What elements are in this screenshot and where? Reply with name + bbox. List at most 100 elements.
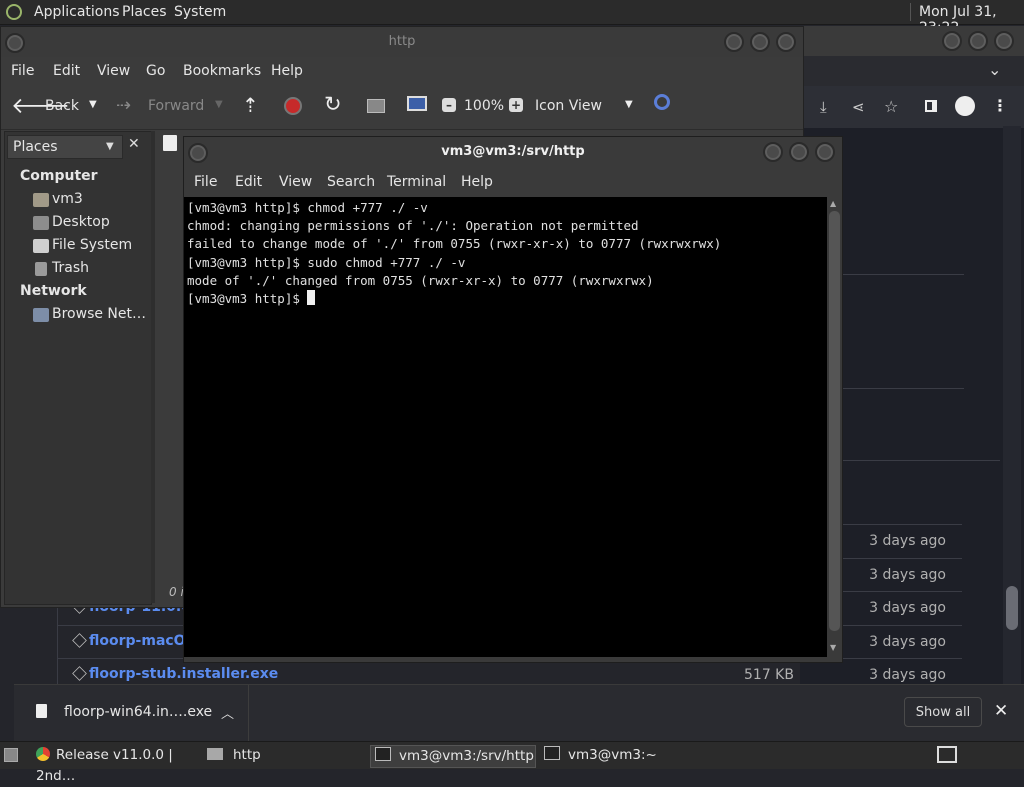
reload-icon[interactable]: ↻ [324, 92, 342, 116]
bookmark-star-icon[interactable]: ☆ [884, 97, 898, 116]
menu-bookmarks[interactable]: Bookmarks [183, 63, 261, 79]
terminal-screen[interactable]: [vm3@vm3 http]$ chmod +777 ./ -v chmod: … [184, 197, 827, 657]
package-icon [72, 666, 87, 681]
edit-location-icon[interactable] [163, 135, 177, 151]
taskbar-item-terminal-http[interactable]: vm3@vm3:/srv/http [370, 745, 536, 768]
home-folder-icon[interactable] [367, 99, 385, 113]
close-icon[interactable] [815, 142, 835, 162]
file-manager-menubar: File Edit View Go Bookmarks Help [1, 58, 803, 84]
taskbar-item-terminal-home[interactable]: vm3@vm3:~ [540, 745, 690, 766]
menu-file[interactable]: File [194, 174, 217, 190]
sidebar-item-file-system[interactable]: File System [30, 237, 132, 253]
download-filename[interactable]: floorp-macOS [89, 633, 196, 649]
sidebar-item-desktop[interactable]: Desktop [30, 214, 110, 230]
scrollbar-thumb[interactable] [1006, 586, 1018, 630]
menu-view[interactable]: View [279, 174, 312, 190]
sidebar-item-vm3[interactable]: vm3 [30, 191, 83, 207]
menu-edit[interactable]: Edit [53, 63, 80, 79]
close-icon[interactable] [776, 32, 796, 52]
terminal-titlebar[interactable]: vm3@vm3:/srv/http [184, 137, 842, 167]
download-age: 3 days ago [869, 567, 946, 583]
download-age: 3 days ago [869, 600, 946, 616]
window-menu-icon[interactable] [188, 143, 208, 163]
system-logo-icon[interactable] [6, 4, 22, 20]
tab-list-chevron-icon[interactable]: ⌄ [988, 60, 1001, 79]
more-menu-icon[interactable]: ⋮ [992, 96, 1008, 115]
terminal-scrollbar[interactable]: ▲ ▼ [827, 197, 842, 657]
browser-titlebar [800, 26, 1024, 56]
stop-icon[interactable] [284, 97, 302, 115]
sidebar-selector[interactable]: Places ▼ [7, 135, 123, 159]
zoom-in-icon[interactable]: + [509, 98, 523, 112]
chevron-down-icon[interactable]: ▼ [106, 141, 114, 152]
chevron-up-icon[interactable]: ︿ [221, 703, 234, 722]
maximize-icon[interactable] [968, 31, 988, 51]
download-size: 517 KB [744, 667, 794, 683]
terminal-icon [375, 747, 391, 761]
menu-go[interactable]: Go [146, 63, 165, 79]
downloads-bar: floorp-win64.in….exe ︿ Show all ✕ [14, 684, 1024, 741]
show-all-button[interactable]: Show all [904, 697, 982, 727]
folder-icon [207, 748, 223, 760]
download-age: 3 days ago [869, 533, 946, 549]
scrollbar[interactable] [1003, 126, 1021, 686]
scroll-up-arrow-icon[interactable]: ▲ [830, 199, 836, 208]
places-menu[interactable]: Places [122, 4, 167, 20]
scrollbar-thumb[interactable] [829, 211, 840, 631]
up-arrow-icon[interactable]: ⇡ [242, 93, 259, 117]
forward-arrow-icon[interactable]: ⇢ [116, 95, 131, 116]
trash-icon [35, 262, 47, 276]
close-sidebar-icon[interactable]: ✕ [128, 136, 140, 152]
system-menu[interactable]: System [174, 4, 226, 20]
download-icon[interactable]: ⤓ [820, 98, 827, 116]
minimize-icon[interactable] [763, 142, 783, 162]
share-icon[interactable]: ⋖ [852, 98, 865, 116]
back-dropdown-icon[interactable]: ▼ [89, 99, 97, 110]
menu-edit[interactable]: Edit [235, 174, 262, 190]
tabstrip: ⌄ [800, 56, 1024, 86]
forward-dropdown-icon[interactable]: ▼ [215, 99, 223, 110]
taskbar-item-browser[interactable]: Release v11.0.0 | 2nd… [36, 745, 202, 784]
content-divider [840, 274, 964, 275]
minimize-icon[interactable] [724, 32, 744, 52]
menu-search[interactable]: Search [327, 174, 375, 190]
terminal-window: vm3@vm3:/srv/http File Edit View Search … [183, 136, 843, 663]
menu-terminal[interactable]: Terminal [387, 174, 446, 190]
sidebar-item-browse-network[interactable]: Browse Net… [30, 306, 146, 322]
file-manager-titlebar[interactable]: http [1, 27, 803, 57]
taskbar-item-label: Release v11.0.0 | 2nd… [36, 747, 173, 784]
forward-button[interactable]: Forward [148, 98, 204, 114]
menu-file[interactable]: File [11, 63, 34, 79]
menu-help[interactable]: Help [461, 174, 493, 190]
downloaded-file-name[interactable]: floorp-win64.in….exe [64, 704, 212, 720]
maximize-icon[interactable] [789, 142, 809, 162]
view-mode-select[interactable]: Icon View [535, 98, 602, 114]
window-menu-icon[interactable] [5, 33, 25, 53]
taskbar-item-label: http [233, 747, 261, 763]
close-downloads-icon[interactable]: ✕ [994, 701, 1008, 721]
workspace-switcher-icon[interactable] [937, 746, 957, 763]
maximize-icon[interactable] [750, 32, 770, 52]
back-button[interactable]: Back [45, 98, 79, 114]
applications-menu[interactable]: Applications [34, 4, 120, 20]
scroll-down-arrow-icon[interactable]: ▼ [830, 643, 836, 652]
view-mode-dropdown-icon[interactable]: ▼ [625, 99, 633, 110]
search-icon[interactable] [654, 94, 670, 110]
menu-help[interactable]: Help [271, 63, 303, 79]
text-cursor [307, 290, 316, 306]
sidebar-toggle-icon[interactable] [925, 100, 937, 112]
show-desktop-icon[interactable] [4, 748, 18, 762]
close-icon[interactable] [994, 31, 1014, 51]
menu-view[interactable]: View [97, 63, 130, 79]
minimize-icon[interactable] [942, 31, 962, 51]
zoom-level[interactable]: 100% [464, 98, 504, 114]
chrome-icon [36, 747, 50, 761]
zoom-out-icon[interactable]: – [442, 98, 456, 112]
profile-avatar-icon[interactable] [955, 96, 975, 116]
download-filename[interactable]: floorp-stub.installer.exe [89, 666, 278, 682]
taskbar-item-file-manager[interactable]: http [207, 745, 347, 766]
sidebar-pane-divider[interactable] [151, 131, 155, 603]
computer-icon[interactable] [407, 96, 427, 111]
window-title: http [388, 34, 416, 49]
sidebar-item-trash[interactable]: Trash [30, 260, 89, 276]
